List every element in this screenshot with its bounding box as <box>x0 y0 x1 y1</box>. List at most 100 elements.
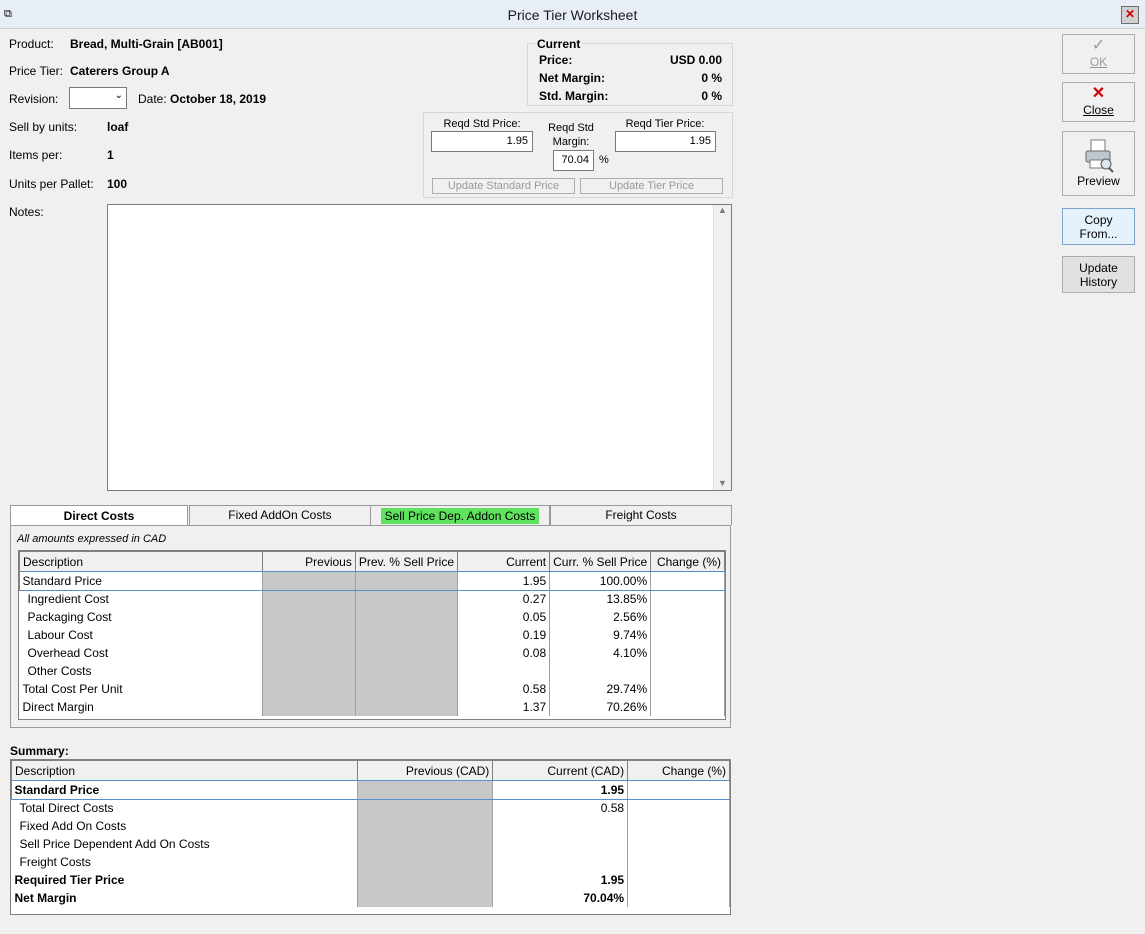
copy-from-label-2: From... <box>1079 227 1118 241</box>
revision-label: Revision: <box>9 92 59 106</box>
cell-prev-pct <box>355 608 459 626</box>
product-value: Bread, Multi-Grain [AB001] <box>70 37 223 51</box>
cell-previous <box>262 571 356 590</box>
cell-description: Other Costs <box>19 662 264 680</box>
cell-change <box>650 644 725 662</box>
cell-change <box>650 571 725 590</box>
col-change[interactable]: Change (%) <box>650 551 725 572</box>
cell-current: 0.08 <box>457 644 551 662</box>
reqd-std-margin-input[interactable]: 70.04 <box>553 150 594 171</box>
summary-col-current[interactable]: Current (CAD) <box>492 760 629 781</box>
checkmark-icon: ✓ <box>1091 37 1106 54</box>
summary-cell-current: 1.95 <box>492 780 629 799</box>
reqd-tier-price-label: Reqd Tier Price: <box>625 118 705 130</box>
table-row[interactable]: Direct Margin 1.37 70.26% <box>19 698 725 716</box>
cell-curr-pct: 9.74% <box>549 626 652 644</box>
scroll-down-icon[interactable]: ▼ <box>714 478 731 488</box>
summary-col-description[interactable]: Description <box>11 760 359 781</box>
tab-direct-costs[interactable]: Direct Costs <box>10 505 188 526</box>
col-curr-pct[interactable]: Curr. % Sell Price <box>549 551 652 572</box>
close-icon: ✕ <box>1091 85 1106 102</box>
cell-description: Standard Price <box>19 571 264 590</box>
summary-col-previous[interactable]: Previous (CAD) <box>357 760 494 781</box>
update-standard-price-button[interactable]: Update Standard Price <box>432 178 575 194</box>
tab-sell-price-dep-addon-costs-label: Sell Price Dep. Addon Costs <box>380 508 540 524</box>
table-row[interactable]: Other Costs <box>19 662 725 680</box>
current-price-value: USD 0.00 <box>669 53 722 67</box>
summary-cell-description: Net Margin <box>11 889 359 907</box>
cell-change <box>650 680 725 698</box>
notes-label: Notes: <box>9 205 44 219</box>
update-history-button[interactable]: Update History <box>1062 256 1135 293</box>
preview-button[interactable]: Preview <box>1062 131 1135 196</box>
cell-prev-pct <box>355 590 459 608</box>
product-label: Product: <box>9 37 54 51</box>
tab-fixed-addon-costs[interactable]: Fixed AddOn Costs <box>189 505 371 525</box>
direct-costs-panel: All amounts expressed in CAD Description… <box>10 525 731 728</box>
close-button[interactable]: ✕ Close <box>1062 82 1135 122</box>
table-row[interactable]: Ingredient Cost 0.27 13.85% <box>19 590 725 608</box>
current-std-margin-label: Std. Margin: <box>539 89 609 103</box>
window-close-button[interactable]: ✕ <box>1121 6 1139 24</box>
summary-cell-current: 0.58 <box>492 799 629 817</box>
percent-label: % <box>599 154 609 166</box>
summary-cell-current <box>492 853 629 871</box>
tab-sell-price-dep-addon-costs[interactable]: Sell Price Dep. Addon Costs <box>370 505 550 525</box>
summary-cell-description: Fixed Add On Costs <box>11 817 359 835</box>
col-current[interactable]: Current <box>456 551 551 572</box>
table-row[interactable]: Standard Price 1.95 <box>11 779 730 800</box>
units-pallet-value: 100 <box>107 177 128 191</box>
tab-freight-costs[interactable]: Freight Costs <box>550 505 732 525</box>
cell-description: Ingredient Cost <box>19 590 264 608</box>
summary-col-change[interactable]: Change (%) <box>627 760 730 781</box>
cell-curr-pct: 4.10% <box>549 644 652 662</box>
scroll-up-icon[interactable]: ▲ <box>714 205 731 215</box>
notes-textarea[interactable]: ▲ ▼ <box>107 204 732 491</box>
sell-units-value: loaf <box>107 120 129 134</box>
table-row[interactable]: Overhead Cost 0.08 4.10% <box>19 644 725 662</box>
table-row[interactable]: Required Tier Price 1.95 <box>11 871 730 889</box>
reqd-std-price-input[interactable]: 1.95 <box>431 131 533 152</box>
table-row[interactable]: Sell Price Dependent Add On Costs <box>11 835 730 853</box>
cell-description: Packaging Cost <box>19 608 264 626</box>
update-history-label-2: History <box>1079 275 1118 289</box>
table-row[interactable]: Standard Price 1.95 100.00% <box>19 570 725 591</box>
table-row[interactable]: Fixed Add On Costs <box>11 817 730 835</box>
ok-button[interactable]: ✓ OK <box>1062 34 1135 74</box>
summary-cell-description: Total Direct Costs <box>11 799 359 817</box>
revision-select[interactable]: ⌄ <box>69 87 127 109</box>
tab-fixed-addon-costs-label: Fixed AddOn Costs <box>228 508 332 522</box>
cell-curr-pct: 13.85% <box>549 590 652 608</box>
update-history-label-1: Update <box>1079 261 1118 275</box>
table-row[interactable]: Packaging Cost 0.05 2.56% <box>19 608 725 626</box>
cell-prev-pct <box>355 698 459 716</box>
col-description[interactable]: Description <box>19 551 264 572</box>
units-pallet-label: Units per Pallet: <box>9 177 94 191</box>
update-tier-price-button[interactable]: Update Tier Price <box>580 178 723 194</box>
price-tier-value: Caterers Group A <box>70 64 170 78</box>
table-row[interactable]: Net Margin 70.04% <box>11 889 730 907</box>
direct-costs-grid[interactable]: Description Previous Prev. % Sell Price … <box>18 550 726 720</box>
table-row[interactable]: Freight Costs <box>11 853 730 871</box>
col-previous[interactable]: Previous <box>262 551 356 572</box>
table-row[interactable]: Total Cost Per Unit 0.58 29.74% <box>19 680 725 698</box>
summary-grid[interactable]: Description Previous (CAD) Current (CAD)… <box>10 759 731 915</box>
notes-scrollbar[interactable]: ▲ ▼ <box>713 205 731 490</box>
copy-from-button[interactable]: Copy From... <box>1062 208 1135 245</box>
reqd-tier-price-input[interactable]: 1.95 <box>615 131 716 152</box>
cell-current: 1.37 <box>457 698 551 716</box>
cell-change <box>650 626 725 644</box>
close-label: Close <box>1083 103 1114 117</box>
cell-curr-pct <box>549 662 652 680</box>
summary-cell-change <box>627 817 730 835</box>
summary-cell-previous <box>357 853 494 871</box>
table-row[interactable]: Labour Cost 0.19 9.74% <box>19 626 725 644</box>
cell-description: Total Cost Per Unit <box>19 680 264 698</box>
cell-current: 0.58 <box>457 680 551 698</box>
table-row[interactable]: Total Direct Costs 0.58 <box>11 799 730 817</box>
summary-cell-current <box>492 835 629 853</box>
col-prev-pct[interactable]: Prev. % Sell Price <box>354 551 459 572</box>
chevron-down-icon: ⌄ <box>114 90 123 101</box>
summary-heading: Summary: <box>10 744 69 758</box>
cell-current: 1.95 <box>457 571 551 590</box>
